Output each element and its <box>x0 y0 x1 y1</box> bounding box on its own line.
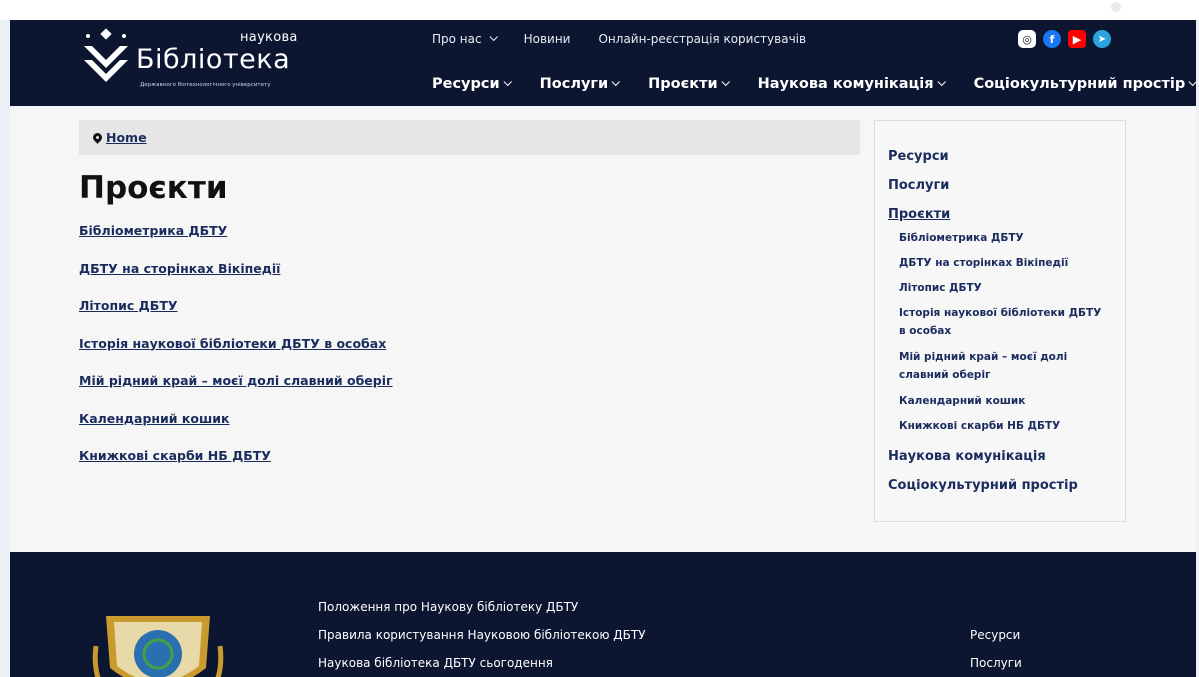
project-link-native-land[interactable]: Мій рідний край – моєї долі славний обер… <box>79 373 393 388</box>
list-item: Календарний кошик <box>79 411 393 449</box>
site-logo[interactable]: наукова Бібліотека Державного біотехноло… <box>80 28 300 94</box>
sidebar-item-projects[interactable]: Проєкти <box>888 207 950 222</box>
top-nav-about[interactable]: Про нас <box>432 32 498 46</box>
logo-subtitle: Державного біотехнологічного університет… <box>140 82 271 88</box>
footer-right-menu: Ресурси Послуги <box>970 628 1022 677</box>
footer-link-regulations[interactable]: Положення про Наукову бібліотеку ДБТУ <box>318 600 646 628</box>
sidebar-subitem-calendar[interactable]: Календарний кошик <box>899 392 1109 410</box>
site-header: наукова Бібліотека Державного біотехноло… <box>10 20 1196 106</box>
project-link-wikipedia[interactable]: ДБТУ на сторінках Вікіпедії <box>79 261 280 276</box>
main-nav-scientific-communication-label: Наукова комунікація <box>757 76 934 92</box>
main-nav-scientific-communication[interactable]: Наукова комунікація <box>757 76 946 92</box>
footer-link-today[interactable]: Наукова бібліотека ДБТУ сьогодення <box>318 656 646 677</box>
sidebar-item-resources[interactable]: Ресурси <box>888 149 949 164</box>
footer-link-resources[interactable]: Ресурси <box>970 628 1022 656</box>
site-footer: Положення про Наукову бібліотеку ДБТУ Пр… <box>10 552 1196 677</box>
main-nav-projects[interactable]: Проєкти <box>648 76 730 92</box>
top-nav-news-label: Новини <box>523 32 571 46</box>
sidebar-item-sociocultural-space[interactable]: Соціокультурний простір <box>888 478 1078 493</box>
footer-links: Положення про Наукову бібліотеку ДБТУ Пр… <box>318 600 646 677</box>
sidebar-menu: Ресурси Послуги Проєкти Бібліометрика ДБ… <box>874 120 1126 522</box>
sidebar-subitem-native-land[interactable]: Мій рідний край – моєї долі славний обер… <box>899 348 1109 384</box>
top-nav-registration-label: Онлайн-реєстрація користувачів <box>598 32 807 46</box>
university-emblem-icon <box>92 616 224 677</box>
logo-small-text: наукова <box>240 30 298 45</box>
project-link-book-treasures[interactable]: Книжкові скарби НБ ДБТУ <box>79 448 271 463</box>
main-nav-services[interactable]: Послуги <box>539 76 621 92</box>
footer-link-rules[interactable]: Правила користування Науковою бібліотеко… <box>318 628 646 656</box>
main-nav: Ресурси Послуги Проєкти Наукова комуніка… <box>432 76 1196 92</box>
chevron-down-icon <box>503 77 512 87</box>
map-pin-icon <box>91 131 104 144</box>
main-nav-sociocultural-space-label: Соціокультурний простір <box>973 76 1186 92</box>
project-link-bibliometrics[interactable]: Бібліометрика ДБТУ <box>79 223 227 238</box>
logo-mark-icon <box>84 28 128 82</box>
sidebar-subitem-chronicle[interactable]: Літопис ДБТУ <box>899 279 1109 297</box>
sidebar-item-scientific-communication[interactable]: Наукова комунікація <box>888 449 1046 464</box>
chevron-down-icon <box>721 77 730 87</box>
avatar <box>1111 2 1121 12</box>
project-links-list: Бібліометрика ДБТУ ДБТУ на сторінках Вік… <box>79 223 393 486</box>
project-link-history[interactable]: Історія наукової бібліотеки ДБТУ в особа… <box>79 336 386 351</box>
main-nav-sociocultural-space[interactable]: Соціокультурний простір <box>974 76 1196 92</box>
page-title: Проєкти <box>79 170 228 206</box>
sidebar-item-services[interactable]: Послуги <box>888 178 949 193</box>
browser-top-strip <box>0 0 1199 20</box>
sidebar-subitem-book-treasures[interactable]: Книжкові скарби НБ ДБТУ <box>899 417 1109 435</box>
chevron-down-icon <box>489 32 498 42</box>
chevron-down-icon <box>611 77 621 87</box>
sidebar-subitem-wikipedia[interactable]: ДБТУ на сторінках Вікіпедії <box>899 254 1109 272</box>
page-frame: наукова Бібліотека Державного біотехноло… <box>10 20 1196 677</box>
instagram-icon[interactable]: ◎ <box>1018 30 1036 48</box>
sidebar-subitem-bibliometrics[interactable]: Бібліометрика ДБТУ <box>899 229 1109 247</box>
project-link-calendar[interactable]: Календарний кошик <box>79 411 230 426</box>
main-nav-projects-label: Проєкти <box>648 76 718 92</box>
list-item: Бібліометрика ДБТУ <box>79 223 393 261</box>
chevron-down-icon <box>1188 77 1196 87</box>
main-nav-services-label: Послуги <box>539 76 609 92</box>
breadcrumb-home-link[interactable]: Home <box>106 130 147 145</box>
logo-title: Бібліотека <box>136 44 291 75</box>
list-item: Літопис ДБТУ <box>79 298 393 336</box>
project-link-chronicle[interactable]: Літопис ДБТУ <box>79 298 177 313</box>
sidebar-subitem-history[interactable]: Історія наукової бібліотеки ДБТУ в особа… <box>899 304 1109 340</box>
footer-link-services[interactable]: Послуги <box>970 656 1022 677</box>
facebook-icon[interactable]: f <box>1043 30 1061 48</box>
main-nav-resources[interactable]: Ресурси <box>432 76 512 92</box>
list-item: Мій рідний край – моєї долі славний обер… <box>79 373 393 411</box>
top-nav: Про нас Новини Онлайн-реєстрація користу… <box>432 32 806 46</box>
list-item: Книжкові скарби НБ ДБТУ <box>79 448 393 486</box>
breadcrumb: Home <box>79 120 860 155</box>
top-nav-about-label: Про нас <box>432 32 482 46</box>
main-nav-resources-label: Ресурси <box>432 76 500 92</box>
social-links: ◎ f ▶ ➤ <box>1018 30 1111 48</box>
telegram-icon[interactable]: ➤ <box>1093 30 1111 48</box>
list-item: ДБТУ на сторінках Вікіпедії <box>79 261 393 299</box>
list-item: Історія наукової бібліотеки ДБТУ в особа… <box>79 336 393 374</box>
top-nav-news[interactable]: Новини <box>524 32 571 46</box>
youtube-icon[interactable]: ▶ <box>1068 30 1086 48</box>
chevron-down-icon <box>937 77 946 87</box>
top-nav-registration[interactable]: Онлайн-реєстрація користувачів <box>598 32 806 46</box>
